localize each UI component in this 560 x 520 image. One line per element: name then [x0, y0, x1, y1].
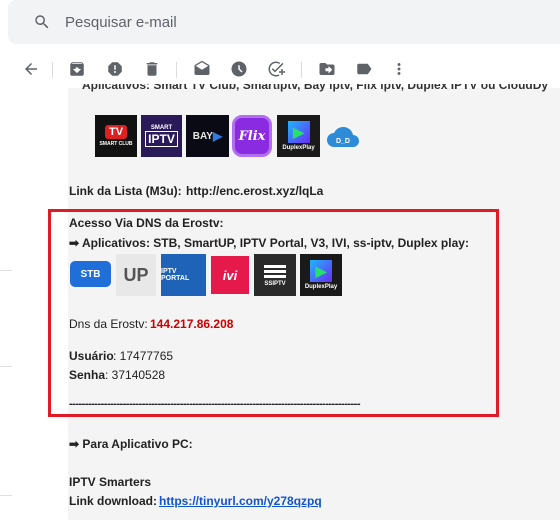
user-label: Usuário	[69, 349, 114, 363]
stb-icon: STB	[70, 261, 111, 287]
label-icon[interactable]	[354, 59, 374, 79]
user-value: : 17477765	[113, 349, 174, 363]
duplex-play-icon: ▶ DuplexPlay	[277, 115, 320, 157]
pc-heading: ➡ Para Aplicativo PC:	[69, 437, 193, 451]
report-spam-icon[interactable]	[105, 59, 125, 79]
ss-iptv-icon: SSIPTV	[254, 254, 296, 296]
list-link-label: Link da Lista (M3u):	[69, 184, 182, 198]
dns-value: 144.217.86.208	[150, 317, 234, 331]
add-to-tasks-icon[interactable]	[266, 59, 286, 79]
gutter-divider	[0, 270, 12, 271]
toolbar-divider	[301, 62, 302, 78]
divider-dashes: ----------------------------------------…	[69, 398, 361, 410]
move-to-icon[interactable]	[317, 59, 337, 79]
toolbar-divider	[52, 62, 53, 78]
pc-app-name: IPTV Smarters	[69, 475, 152, 489]
cloud-ddy-icon: D_D	[325, 121, 361, 151]
snooze-icon[interactable]	[229, 59, 249, 79]
flix-iptv-icon: Flix	[232, 115, 272, 157]
iptv-portal-icon: IPTV PORTAL	[161, 254, 206, 296]
smartup-icon: UP	[116, 254, 156, 296]
download-label: Link download:	[69, 494, 157, 508]
gutter-divider	[0, 495, 12, 496]
list-link-value[interactable]: http://enc.erost.xyz/lqLa	[186, 184, 323, 198]
password-value: : 37140528	[105, 368, 166, 382]
archive-icon[interactable]	[67, 59, 87, 79]
ivi-icon: ivi	[211, 256, 249, 294]
bay-iptv-icon: BAY ▶	[186, 115, 229, 157]
password-label: Senha	[69, 368, 106, 382]
search-icon[interactable]	[33, 13, 51, 31]
svg-text:D_D: D_D	[336, 138, 350, 145]
search-bar[interactable]: Pesquisar e-mail	[8, 0, 560, 44]
mark-unread-icon[interactable]	[192, 59, 212, 79]
dns-label: Dns da Erostv:	[69, 317, 148, 331]
download-link[interactable]: https://tinyurl.com/y278qzpq	[159, 494, 322, 508]
delete-icon[interactable]	[142, 59, 162, 79]
search-input[interactable]: Pesquisar e-mail	[65, 14, 177, 31]
message-toolbar	[0, 50, 560, 88]
gutter-divider	[0, 366, 12, 367]
duplex-play-icon: ▶ DuplexPlay	[300, 254, 342, 296]
back-arrow-icon[interactable]	[21, 59, 41, 79]
dns-apps-line: ➡ Aplicativos: STB, SmartUP, IPTV Portal…	[69, 236, 469, 250]
more-options-icon[interactable]	[389, 59, 409, 79]
toolbar-divider	[176, 62, 177, 78]
dns-heading: Acesso Via DNS da Erostv:	[69, 216, 224, 230]
smart-iptv-icon: SMART IPTV	[141, 115, 182, 157]
smart-tv-club-icon: TV SMART CLUB	[95, 115, 137, 157]
